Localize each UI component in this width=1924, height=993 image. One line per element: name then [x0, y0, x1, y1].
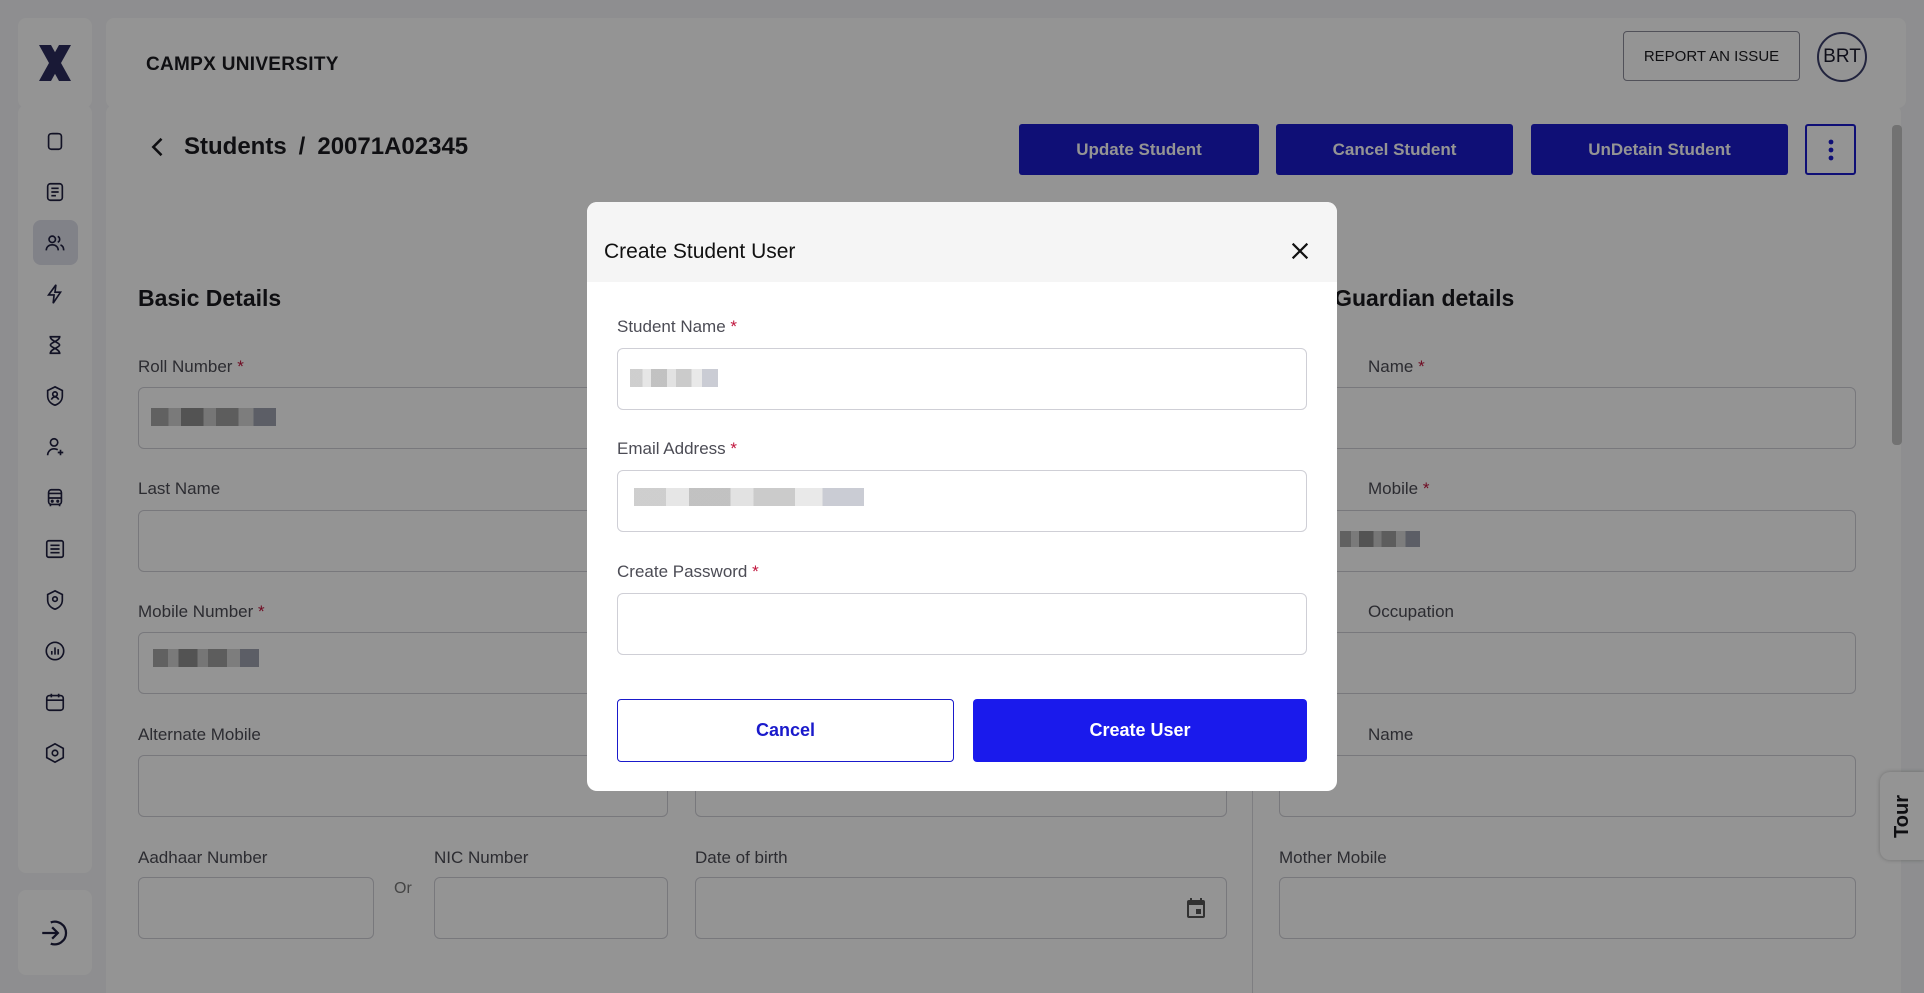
create-student-user-dialog: Create Student User Student Name * Email… — [587, 202, 1337, 791]
dialog-header: Create Student User — [587, 202, 1337, 282]
create-password-label: Create Password * — [617, 562, 759, 581]
student-name-label: Student Name * — [617, 317, 738, 336]
dialog-title: Create Student User — [604, 240, 796, 263]
email-address-label: Email Address * — [617, 439, 738, 458]
create-password-input[interactable] — [617, 593, 1307, 655]
close-icon[interactable] — [1289, 240, 1311, 262]
redacted-value — [630, 369, 718, 387]
dialog-cancel-button[interactable]: Cancel — [617, 699, 954, 762]
create-user-button[interactable]: Create User — [973, 699, 1307, 762]
email-address-input[interactable] — [617, 470, 1307, 532]
student-name-input[interactable] — [617, 348, 1307, 410]
redacted-value — [634, 488, 864, 506]
